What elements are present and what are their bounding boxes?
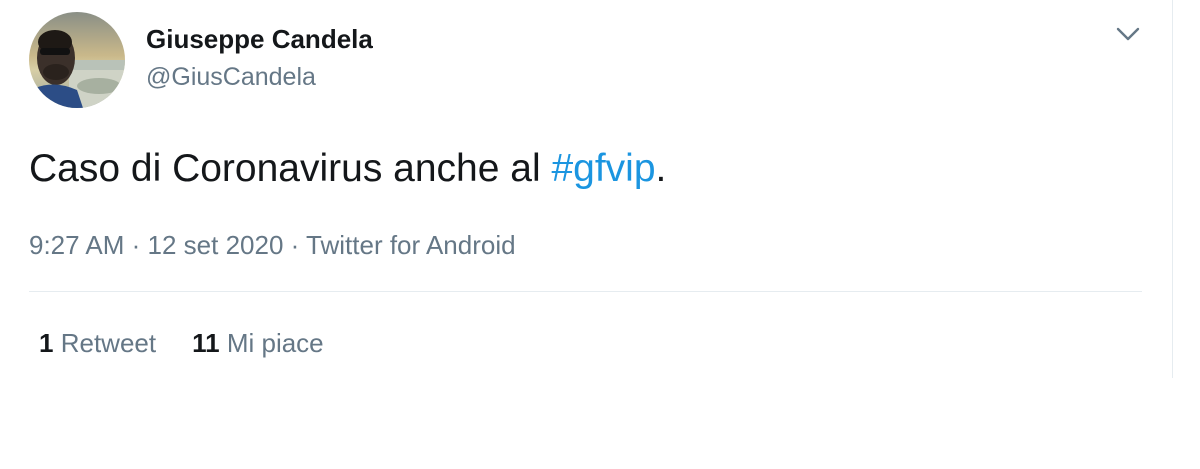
tweet-date[interactable]: 12 set 2020 xyxy=(148,230,284,260)
column-border xyxy=(1172,0,1173,378)
likes-stat[interactable]: 11 Mi piace xyxy=(192,326,324,360)
tweet-time[interactable]: 9:27 AM xyxy=(29,230,124,260)
meta-separator: · xyxy=(283,230,307,260)
divider xyxy=(29,291,1142,292)
retweets-label: Retweet xyxy=(60,328,157,358)
hashtag-link[interactable]: #gfvip xyxy=(551,147,655,190)
tweet-stats: 1 Retweet 11 Mi piace xyxy=(39,326,324,360)
tweet-meta: 9:27 AM · 12 set 2020 · Twitter for Andr… xyxy=(29,228,516,262)
more-options-button[interactable] xyxy=(1112,20,1144,48)
tweet-card: Giuseppe Candela @GiusCandela Caso di Co… xyxy=(0,0,1172,380)
tweet-source[interactable]: Twitter for Android xyxy=(306,230,516,260)
likes-count: 11 xyxy=(192,328,220,358)
retweets-stat[interactable]: 1 Retweet xyxy=(39,326,156,360)
author-display-name[interactable]: Giuseppe Candela xyxy=(146,24,373,54)
author-block: Giuseppe Candela @GiusCandela xyxy=(146,24,373,92)
likes-label: Mi piace xyxy=(226,328,324,358)
author-handle[interactable]: @GiusCandela xyxy=(146,62,373,92)
tweet-text-body: Caso di Coronavirus anche al xyxy=(29,147,552,190)
avatar[interactable] xyxy=(29,12,125,108)
retweets-count: 1 xyxy=(39,328,54,358)
profile-photo-image xyxy=(29,12,125,108)
tweet-text: Caso di Coronavirus anche al #gfvip. xyxy=(29,145,666,193)
tweet-text-end: . xyxy=(655,147,667,190)
meta-separator: · xyxy=(124,230,148,260)
chevron-down-icon xyxy=(1116,27,1140,41)
